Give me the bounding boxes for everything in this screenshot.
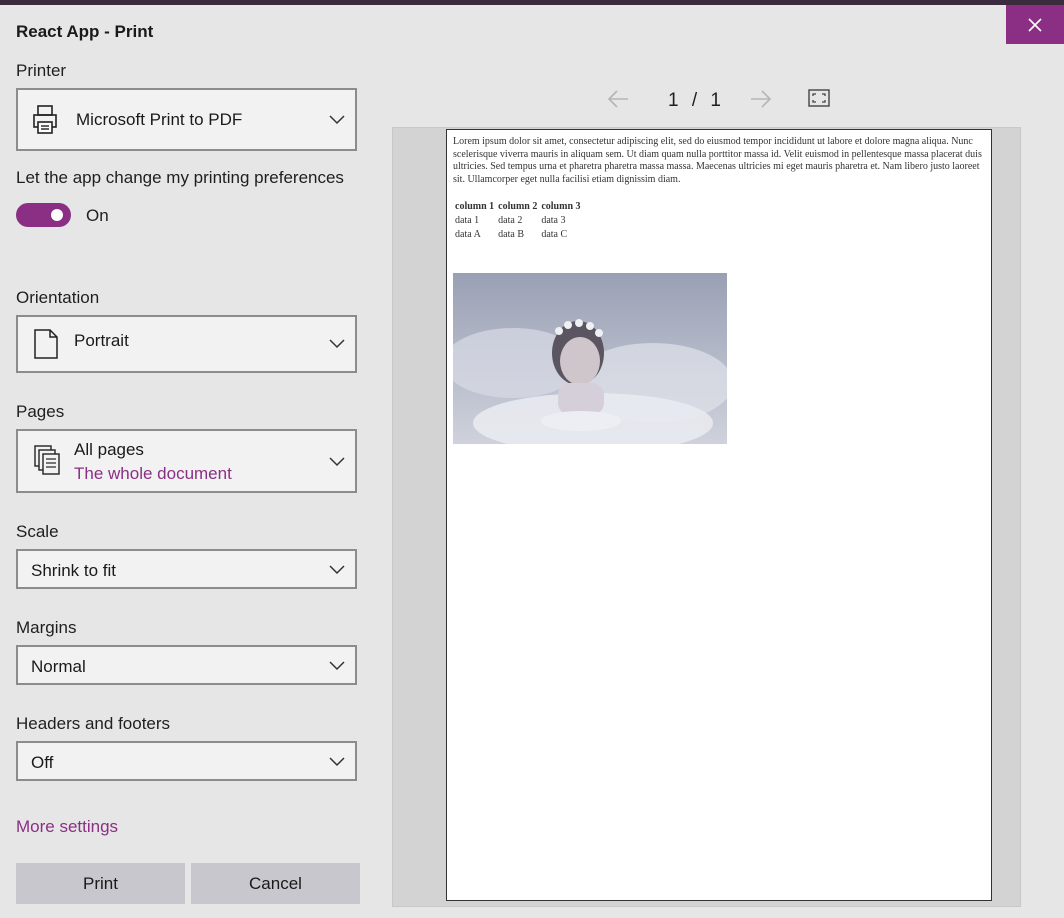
table-row: data 1 data 2 data 3 <box>455 214 585 228</box>
preview-page: Lorem ipsum dolor sit amet, consectetur … <box>446 129 992 901</box>
table-cell: data 1 <box>455 215 480 226</box>
printer-icon <box>33 105 57 134</box>
arrow-right-icon[interactable] <box>749 88 773 110</box>
table-cell: data 3 <box>541 215 566 226</box>
margins-label: Margins <box>16 618 77 637</box>
table-cell: data A <box>455 229 481 240</box>
orientation-value: Portrait <box>74 331 129 350</box>
current-page: 1 <box>668 90 679 111</box>
headers-footers-dropdown[interactable]: Off <box>16 741 357 781</box>
orientation-dropdown[interactable]: Portrait <box>16 315 357 373</box>
orientation-label: Orientation <box>16 288 100 307</box>
close-icon <box>1028 17 1042 32</box>
table-cell: data 2 <box>498 215 523 226</box>
fit-page-icon[interactable] <box>808 89 830 107</box>
table-header-cell: column 2 <box>498 201 538 212</box>
window-top-strip <box>0 0 1064 5</box>
print-button[interactable]: Print <box>16 863 185 904</box>
pages-value: All pages <box>74 440 144 459</box>
printer-value: Microsoft Print to PDF <box>76 110 243 129</box>
close-button[interactable] <box>1006 5 1064 44</box>
table-header-cell: column 3 <box>541 201 581 212</box>
page-separator: / <box>691 90 698 111</box>
pages-subtext: The whole document <box>74 464 232 483</box>
chevron-down-icon <box>329 757 345 767</box>
page-portrait-icon <box>34 329 58 359</box>
scale-dropdown[interactable]: Shrink to fit <box>16 549 357 589</box>
printer-label: Printer <box>16 61 67 80</box>
table-header-cell: column 1 <box>455 201 495 212</box>
table-cell: data C <box>541 229 568 240</box>
printer-dropdown[interactable]: Microsoft Print to PDF <box>16 88 357 151</box>
pages-stack-icon <box>34 445 60 475</box>
pages-label: Pages <box>16 402 65 421</box>
toggle-knob <box>51 209 63 221</box>
table-cell: data B <box>498 229 524 240</box>
pages-dropdown[interactable]: All pages The whole document <box>16 429 357 493</box>
chevron-down-icon <box>329 457 345 467</box>
dialog-title: React App - Print <box>16 22 154 41</box>
preferences-label: Let the app change my printing preferenc… <box>16 168 344 187</box>
chevron-down-icon <box>329 339 345 349</box>
page-counter: 1 / 1 <box>668 90 721 112</box>
cancel-button[interactable]: Cancel <box>191 863 360 904</box>
table-header-row: column 1 column 2 column 3 <box>455 200 585 214</box>
scale-label: Scale <box>16 522 59 541</box>
toggle-state-label: On <box>86 206 109 225</box>
total-pages: 1 <box>710 90 721 111</box>
preview-body-text: Lorem ipsum dolor sit amet, consectetur … <box>453 136 982 185</box>
arrow-left-icon[interactable] <box>606 88 630 110</box>
scale-value: Shrink to fit <box>31 561 117 580</box>
chevron-down-icon <box>329 661 345 671</box>
preview-photo <box>453 273 727 444</box>
chevron-down-icon <box>329 115 345 125</box>
chevron-down-icon <box>329 565 345 575</box>
margins-dropdown[interactable]: Normal <box>16 645 357 685</box>
headers-footers-label: Headers and footers <box>16 714 171 733</box>
preferences-toggle[interactable] <box>16 203 71 227</box>
more-settings-link[interactable]: More settings <box>16 817 118 837</box>
margins-value: Normal <box>31 657 86 676</box>
headers-footers-value: Off <box>31 753 54 772</box>
table-row: data A data B data C <box>455 228 585 242</box>
preview-table: column 1 column 2 column 3 data 1 data 2… <box>455 200 585 242</box>
